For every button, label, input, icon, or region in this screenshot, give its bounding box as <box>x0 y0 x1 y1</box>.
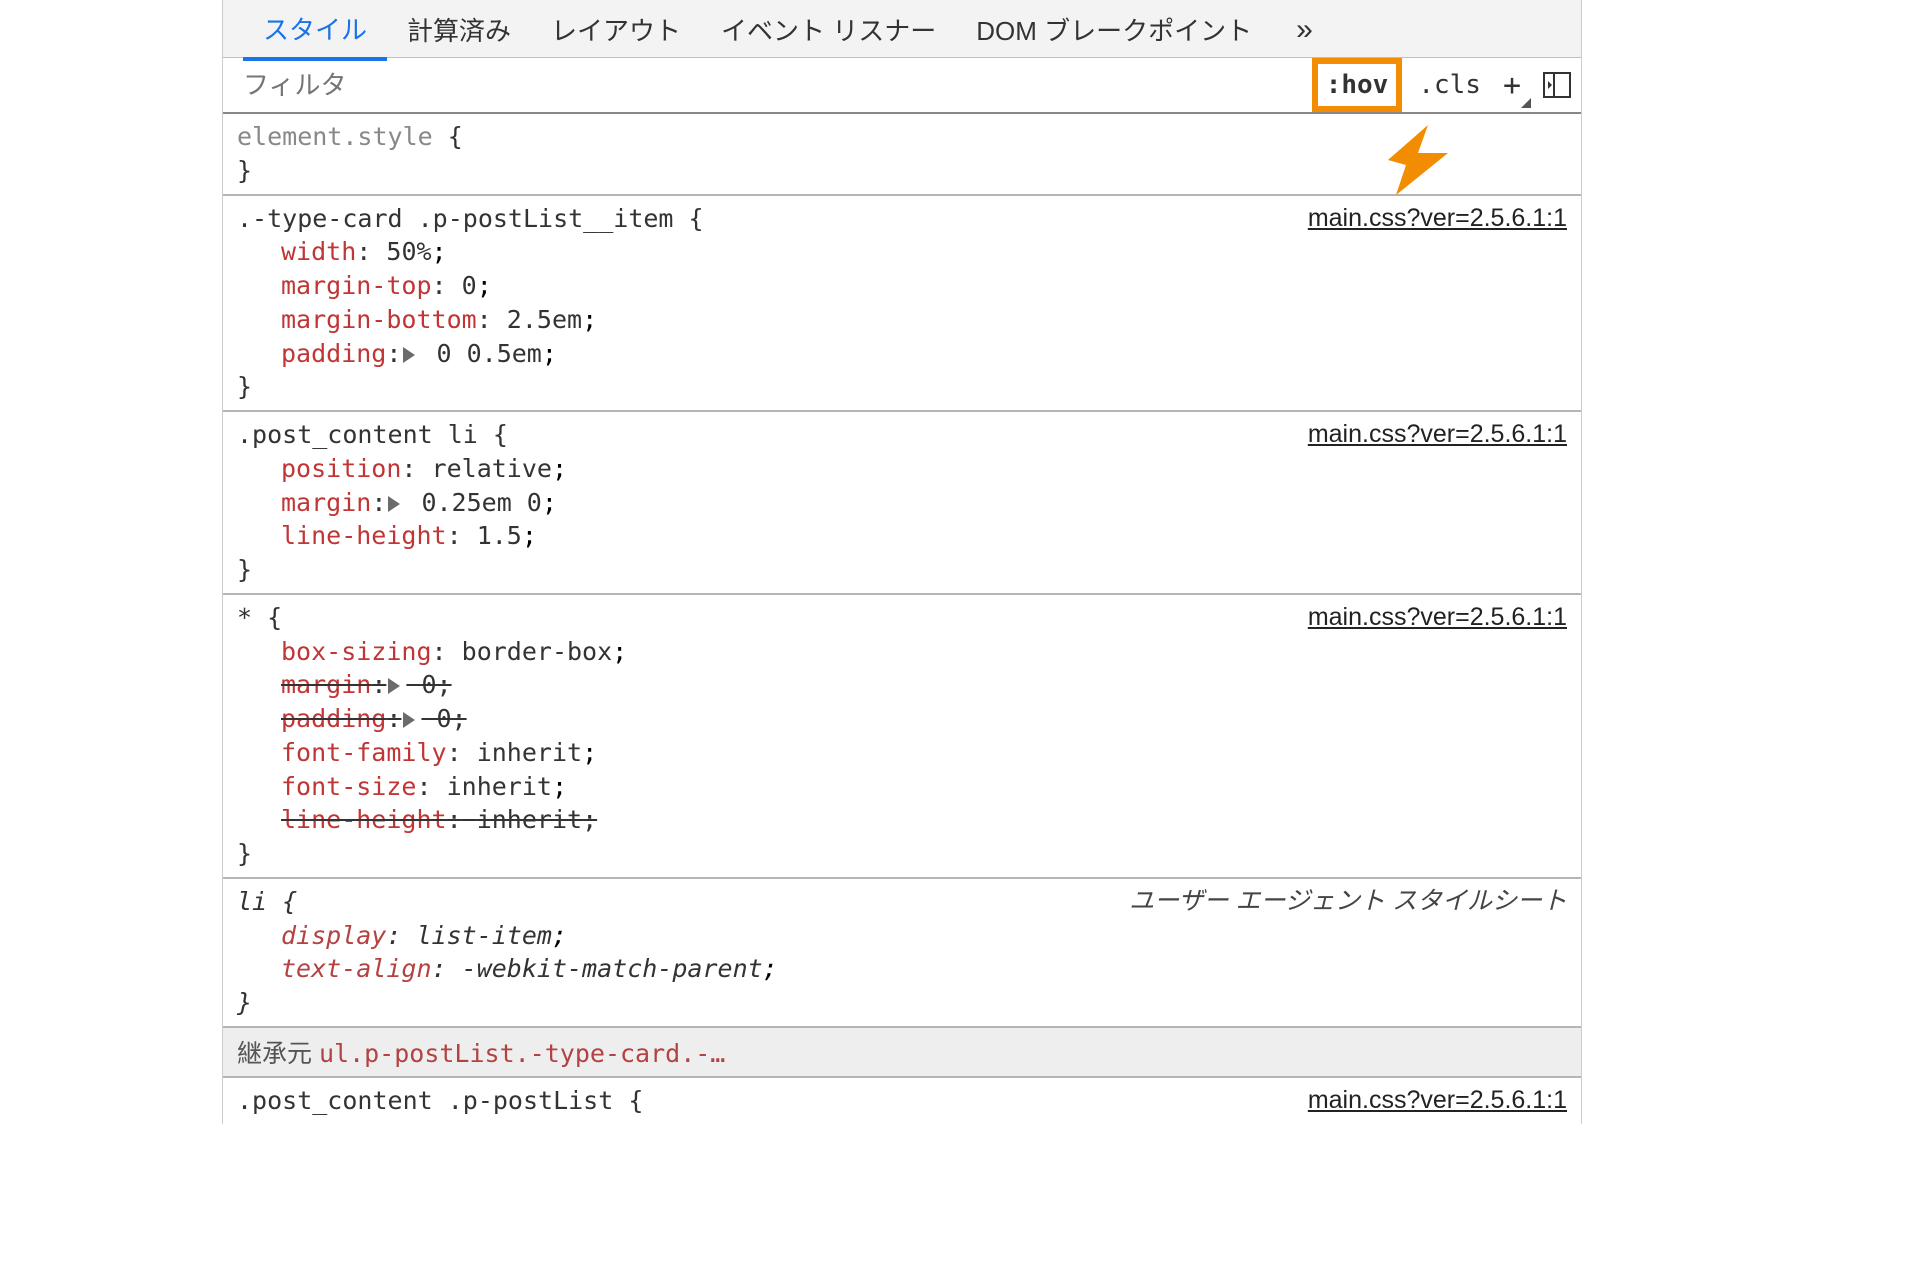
property-value: -webkit-match-parent <box>462 954 763 983</box>
property-name: box-sizing <box>281 637 432 666</box>
expand-shorthand-icon[interactable] <box>403 712 415 728</box>
css-declaration[interactable]: margin-top: 0; <box>237 269 1567 303</box>
property-value: border-box <box>462 637 613 666</box>
css-declaration[interactable]: box-sizing: border-box; <box>237 635 1567 669</box>
property-name: font-size <box>281 772 416 801</box>
tab-dom-breakpoints[interactable]: DOM ブレークポイント <box>956 0 1272 58</box>
tab-layout[interactable]: レイアウト <box>531 0 701 58</box>
css-declaration[interactable]: position: relative; <box>237 452 1567 486</box>
css-rule[interactable]: main.css?ver=2.5.6.1:1 .-type-card .p-pos… <box>223 196 1581 413</box>
rule-element-style[interactable]: element.style { } <box>223 114 1581 196</box>
selector: .post_content li <box>237 420 478 449</box>
inherited-from-row: 継承元 ul.p-postList.-type-card.-… <box>223 1028 1581 1078</box>
tabs-overflow[interactable]: » <box>1276 1 1333 57</box>
property-value: 0 0.5em <box>436 339 541 368</box>
close-brace: } <box>237 156 252 185</box>
css-declaration[interactable]: margin: 0.25em 0; <box>237 486 1567 520</box>
property-value: 50% <box>386 237 431 266</box>
property-value: inherit <box>477 805 582 834</box>
source-link[interactable]: main.css?ver=2.5.6.1:1 <box>1308 1084 1567 1118</box>
property-name: line-height <box>281 805 447 834</box>
css-declaration[interactable]: line-height: 1.5; <box>237 519 1567 553</box>
property-value: 0 <box>421 670 436 699</box>
css-declaration[interactable]: margin: 0; <box>237 668 1567 702</box>
css-declaration[interactable]: padding: 0; <box>237 702 1567 736</box>
property-name: margin-top <box>281 271 432 300</box>
property-name: width <box>281 237 356 266</box>
property-value: relative <box>432 454 552 483</box>
new-rule-button[interactable]: + <box>1491 58 1533 112</box>
source-link[interactable]: ユーザー エージェント スタイルシート <box>1129 885 1567 919</box>
css-declaration[interactable]: line-height: inherit; <box>237 803 1567 837</box>
styles-toolbar: :hov .cls + <box>223 58 1581 114</box>
toggle-sidebar-button[interactable] <box>1533 58 1581 112</box>
rule-tail[interactable]: .post_content .p-postList { main.css?ver… <box>223 1078 1581 1124</box>
selector: .-type-card .p-postList__item <box>237 204 674 233</box>
rules-list: element.style { } main.css?ver=2.5.6.1:1… <box>223 114 1581 1124</box>
property-name: line-height <box>281 521 447 550</box>
property-name: margin-bottom <box>281 305 477 334</box>
source-link[interactable]: main.css?ver=2.5.6.1:1 <box>1308 202 1567 236</box>
property-value: 1.5 <box>477 521 522 550</box>
expand-shorthand-icon[interactable] <box>388 678 400 694</box>
property-value: 0 <box>462 271 477 300</box>
inherit-label: 継承元 <box>237 1040 312 1068</box>
panel-icon <box>1543 72 1571 98</box>
property-name: padding <box>281 704 386 733</box>
selector: element.style <box>237 122 433 151</box>
dropdown-triangle-icon <box>1521 98 1531 108</box>
selector: * <box>237 603 252 632</box>
css-declaration[interactable]: font-size: inherit; <box>237 770 1567 804</box>
property-value: 0 <box>436 704 451 733</box>
css-declaration[interactable]: font-family: inherit; <box>237 736 1567 770</box>
tab-event-listeners[interactable]: イベント リスナー <box>701 0 956 58</box>
selector: .post_content .p-postList <box>237 1086 613 1115</box>
property-name: font-family <box>281 738 447 767</box>
property-value: 2.5em <box>507 305 582 334</box>
selector: li <box>237 887 267 916</box>
source-link[interactable]: main.css?ver=2.5.6.1:1 <box>1308 418 1567 452</box>
expand-shorthand-icon[interactable] <box>403 347 415 363</box>
property-name: padding <box>281 339 386 368</box>
hov-toggle[interactable]: :hov <box>1312 58 1403 112</box>
css-rule[interactable]: main.css?ver=2.5.6.1:1.post_content li {… <box>223 412 1581 595</box>
cls-toggle[interactable]: .cls <box>1408 58 1491 112</box>
styles-panel: スタイル 計算済み レイアウト イベント リスナー DOM ブレークポイント »… <box>222 0 1582 1124</box>
expand-shorthand-icon[interactable] <box>388 496 400 512</box>
tabs-bar: スタイル 計算済み レイアウト イベント リスナー DOM ブレークポイント » <box>223 0 1581 58</box>
property-name: margin <box>281 670 371 699</box>
source-link[interactable]: main.css?ver=2.5.6.1:1 <box>1308 601 1567 635</box>
css-rule[interactable]: ユーザー エージェント スタイルシートli {display: list-ite… <box>223 879 1581 1028</box>
tab-styles[interactable]: スタイル <box>243 0 387 61</box>
filter-input[interactable] <box>223 58 1312 112</box>
property-name: display <box>281 921 386 950</box>
property-name: position <box>281 454 401 483</box>
inherit-selector[interactable]: ul.p-postList.-type-card.-… <box>319 1039 725 1068</box>
property-name: text-align <box>281 954 432 983</box>
property-value: inherit <box>477 738 582 767</box>
plus-icon: + <box>1503 68 1521 103</box>
css-rule[interactable]: main.css?ver=2.5.6.1:1* {box-sizing: bor… <box>223 595 1581 879</box>
css-declaration[interactable]: padding: 0 0.5em; <box>237 337 1567 371</box>
css-declaration[interactable]: text-align: -webkit-match-parent; <box>237 952 1567 986</box>
property-name: margin <box>281 488 371 517</box>
tab-computed[interactable]: 計算済み <box>387 0 531 58</box>
css-declaration[interactable]: width: 50%; <box>237 235 1567 269</box>
open-brace: { <box>448 122 463 151</box>
property-value: list-item <box>416 921 551 950</box>
css-declaration[interactable]: display: list-item; <box>237 919 1567 953</box>
property-value: inherit <box>447 772 552 801</box>
property-value: 0.25em 0 <box>421 488 541 517</box>
css-declaration[interactable]: margin-bottom: 2.5em; <box>237 303 1567 337</box>
